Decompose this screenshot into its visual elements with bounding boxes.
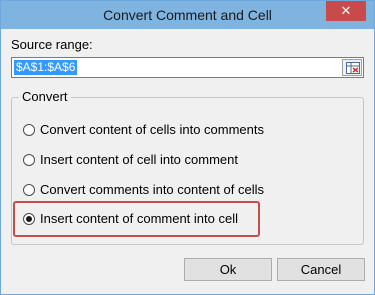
ok-button[interactable]: Ok bbox=[184, 258, 272, 281]
close-button[interactable]: ✕ bbox=[326, 1, 366, 21]
radio-insert-cell-into-comment[interactable] bbox=[23, 154, 35, 166]
dialog-title: Convert Comment and Cell bbox=[103, 7, 272, 23]
range-select-button[interactable] bbox=[342, 59, 362, 76]
highlight-box bbox=[13, 201, 260, 237]
source-range-input[interactable]: $A$1:$A$6 bbox=[11, 57, 364, 78]
source-range-label: Source range: bbox=[11, 37, 93, 52]
title-bar: Convert Comment and Cell ✕ bbox=[1, 1, 374, 29]
cancel-button[interactable]: Cancel bbox=[277, 258, 365, 281]
option-label: Insert content of cell into comment bbox=[40, 152, 238, 167]
convert-group-label: Convert bbox=[19, 89, 71, 104]
option-label: Convert content of cells into comments bbox=[40, 122, 264, 137]
option-label: Convert comments into content of cells bbox=[40, 182, 264, 197]
range-select-icon bbox=[346, 62, 360, 74]
source-range-value: $A$1:$A$6 bbox=[14, 60, 78, 75]
close-icon: ✕ bbox=[340, 3, 352, 18]
dialog-window: Convert Comment and Cell ✕ Source range:… bbox=[0, 0, 375, 295]
radio-cells-to-comments[interactable] bbox=[23, 124, 35, 136]
radio-comments-to-cells[interactable] bbox=[23, 184, 35, 196]
